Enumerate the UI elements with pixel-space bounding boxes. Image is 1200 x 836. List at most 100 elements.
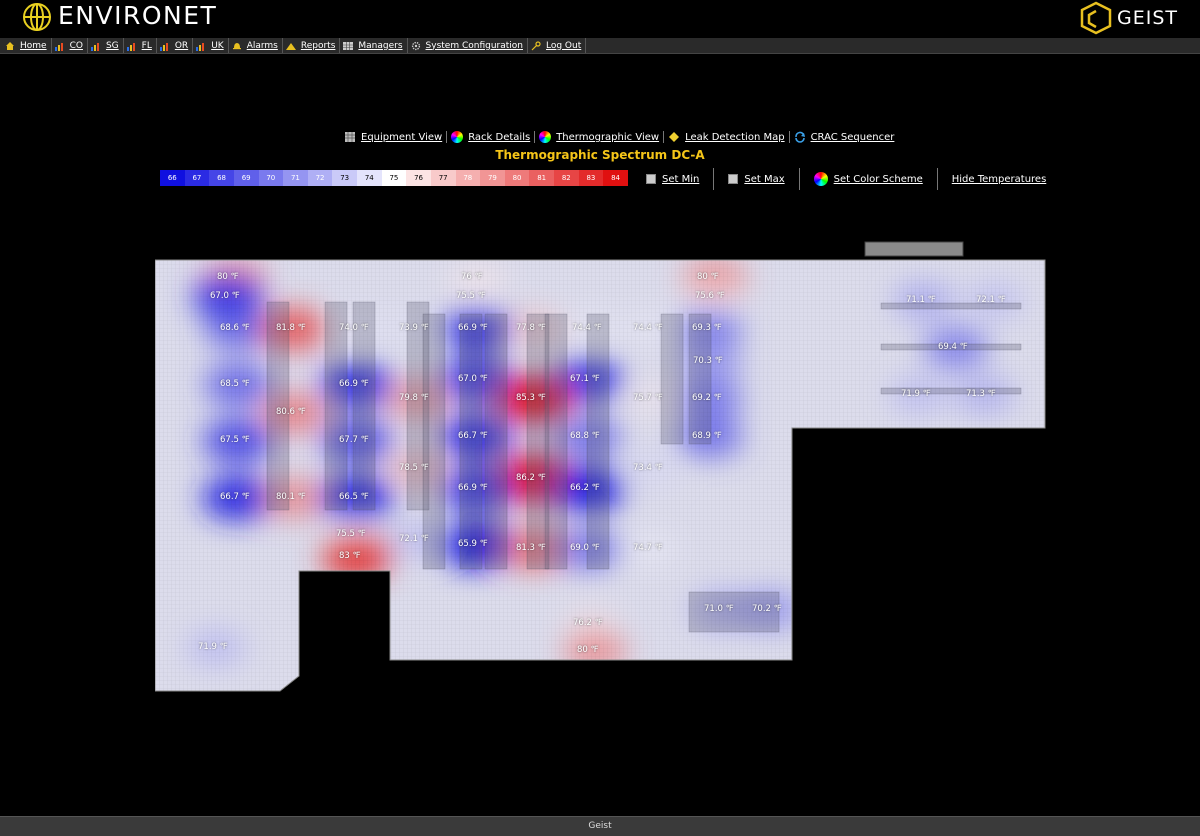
nav-co[interactable]: CO (52, 38, 88, 53)
legend-cell: 77 (430, 170, 456, 186)
hide-temperatures-button[interactable]: Hide Temperatures (938, 168, 1061, 190)
nav-label: Alarms (246, 40, 278, 51)
temperature-reading: 80.6 ℉ (276, 407, 306, 417)
rack-icon (344, 131, 356, 143)
temperature-reading: 71.9 ℉ (198, 642, 228, 652)
legend-cell: 66 (160, 170, 185, 186)
temperature-reading: 67.5 ℉ (220, 435, 250, 445)
legend-cell: 78 (455, 170, 481, 186)
temperature-reading: 70.2 ℉ (752, 604, 782, 614)
temperature-reading: 68.9 ℉ (692, 431, 722, 441)
view-link-crac-sequencer[interactable]: CRAC Sequencer (790, 131, 899, 143)
nav-managers[interactable]: Managers (340, 38, 408, 53)
temperature-reading: 66.7 ℉ (458, 431, 488, 441)
set-max-button[interactable]: Set Max (714, 168, 800, 190)
bell-icon (232, 41, 242, 51)
temperature-reading: 66.2 ℉ (570, 483, 600, 493)
legend-cell: 84 (603, 170, 628, 186)
signal-bars-icon (159, 41, 170, 51)
nav-label: Reports (300, 40, 336, 51)
nav-or[interactable]: OR (157, 38, 194, 53)
map-controls: Set Min Set Max Set Color Scheme Hide Te… (646, 168, 1060, 190)
view-link-label: Leak Detection Map (685, 131, 785, 143)
page-title: Thermographic Spectrum DC-A (495, 148, 705, 162)
home-icon (5, 41, 15, 51)
signal-bars-icon (90, 41, 101, 51)
thermographic-map[interactable]: 80 ℉ 76 ℉ 80 ℉ 67.0 ℉ 75.5 ℉ 75.6 ℉ 71.1 ℉ 72.1… (155, 240, 1046, 692)
nav-home[interactable]: Home (2, 38, 52, 53)
legend-cell: 75 (381, 170, 407, 186)
grid-icon (343, 41, 354, 51)
color-legend: 66 67 68 69 70 71 72 73 74 75 76 77 78 79 80 81 82 83 84 (160, 170, 628, 186)
nav-label: Log Out (546, 40, 582, 51)
signal-bars-icon (54, 41, 65, 51)
view-switcher: Equipment View Rack Details Thermographic … (340, 130, 898, 144)
nav-system-configuration[interactable]: System Configuration (408, 38, 528, 53)
view-link-equipment-view[interactable]: Equipment View (340, 131, 448, 143)
ups-unit (864, 241, 964, 257)
temperature-reading: 79.8 ℉ (399, 393, 429, 403)
signal-bars-icon (126, 41, 137, 51)
temperature-reading: 76 ℉ (461, 272, 483, 282)
legend-cell: 73 (332, 170, 357, 186)
temperature-reading: 69.0 ℉ (570, 543, 600, 553)
temperature-reading: 73.4 ℉ (633, 463, 663, 473)
nav-alarms[interactable]: Alarms (229, 38, 283, 53)
temperature-reading: 74.7 ℉ (633, 543, 663, 553)
nav-uk[interactable]: UK (193, 38, 229, 53)
temperature-reading: 71.9 ℉ (901, 389, 931, 399)
nav-sg[interactable]: SG (88, 38, 124, 53)
temperature-reading: 69.3 ℉ (692, 323, 722, 333)
view-link-label: Rack Details (468, 131, 531, 143)
calendar-icon (728, 174, 739, 184)
nav-label: Managers (358, 40, 403, 51)
temperature-reading: 66.7 ℉ (220, 492, 250, 502)
set-color-scheme-button[interactable]: Set Color Scheme (800, 168, 938, 190)
temperature-reading: 83 ℉ (339, 551, 361, 561)
temperature-reading: 74.0 ℉ (339, 323, 369, 333)
globe-logo-icon (23, 3, 51, 31)
app-header: ENVIRONET GEIST (0, 0, 1200, 38)
legend-cell: 81 (529, 170, 554, 186)
temperature-reading: 66.9 ℉ (458, 483, 488, 493)
temperature-reading: 72.1 ℉ (399, 534, 429, 544)
view-link-leak-detection-map[interactable]: Leak Detection Map (664, 131, 790, 143)
color-wheel-icon (451, 131, 464, 143)
temperature-reading: 74.4 ℉ (633, 323, 663, 333)
nav-label: FL (141, 40, 152, 51)
legend-cell: 79 (480, 170, 505, 186)
set-min-button[interactable]: Set Min (646, 168, 715, 190)
temperature-reading: 68.8 ℉ (570, 431, 600, 441)
temperature-reading: 67.7 ℉ (339, 435, 369, 445)
temperature-reading: 81.3 ℉ (516, 543, 546, 553)
key-icon (531, 40, 541, 51)
view-link-rack-details[interactable]: Rack Details (447, 131, 536, 143)
temperature-reading: 75.5 ℉ (456, 291, 486, 301)
nav-label: OR (174, 40, 189, 51)
vendor-logo: GEIST (1079, 1, 1178, 35)
chart-icon (285, 41, 296, 51)
temperature-reading: 69.2 ℉ (692, 393, 722, 403)
legend-cell: 68 (209, 170, 234, 186)
temperature-reading: 80 ℉ (577, 645, 599, 655)
footer: Geist (0, 816, 1200, 836)
temperature-reading: 71.0 ℉ (704, 604, 734, 614)
view-link-thermographic-view[interactable]: Thermographic View (535, 131, 665, 143)
temperature-reading: 70.3 ℉ (693, 356, 723, 366)
legend-cell: 80 (504, 170, 530, 186)
gear-icon (411, 41, 421, 51)
diamond-icon (668, 131, 680, 143)
legend-cell: 70 (258, 170, 284, 186)
temperature-reading: 66.9 ℉ (339, 379, 369, 389)
nav-log-out[interactable]: Log Out (528, 38, 587, 53)
nav-fl[interactable]: FL (124, 38, 157, 53)
temperature-reading: 68.6 ℉ (220, 323, 250, 333)
temperature-reading: 86.2 ℉ (516, 473, 546, 483)
vendor-name: GEIST (1117, 7, 1178, 29)
temperature-reading: 72.1 ℉ (976, 295, 1006, 305)
legend-cell: 76 (406, 170, 431, 186)
nav-reports[interactable]: Reports (283, 38, 341, 53)
temperature-reading: 71.1 ℉ (906, 295, 936, 305)
nav-label: CO (69, 40, 83, 51)
temperature-reading: 73.9 ℉ (399, 323, 429, 333)
